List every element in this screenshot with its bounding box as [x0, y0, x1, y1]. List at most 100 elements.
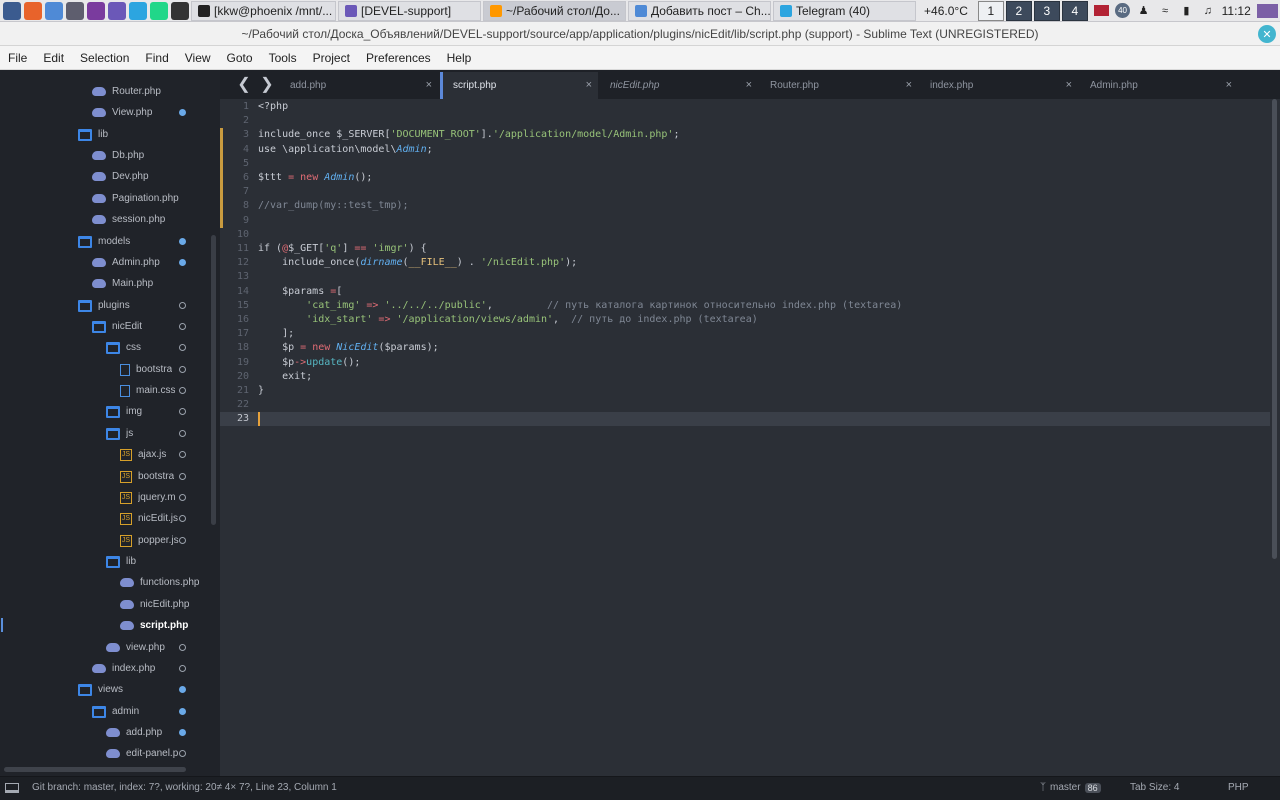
code-editor[interactable]: 1 <?php 2 3 include_once $_SERVER['DOCUMENT_…	[220, 99, 1270, 776]
sidebar-item-lib[interactable]: lib	[0, 551, 200, 572]
tab-add-php[interactable]: add.php ×	[280, 72, 438, 99]
editor-vertical-scrollbar[interactable]	[1272, 99, 1277, 559]
close-icon[interactable]: ×	[906, 79, 912, 91]
sidebar-item-script-php[interactable]: script.php	[0, 615, 200, 636]
file-manager-icon[interactable]	[45, 1, 63, 20]
code-line[interactable]: 5	[220, 157, 1270, 171]
code-line[interactable]: 22	[220, 398, 1270, 412]
user-icon[interactable]: ♟	[1136, 4, 1151, 18]
workspace-2[interactable]: 2	[1005, 0, 1032, 21]
code-line[interactable]: 12 include_once(dirname(__FILE__) . '/ni…	[220, 256, 1270, 270]
code-line[interactable]: 9	[220, 214, 1270, 228]
taskbar-task[interactable]: [kkw@phoenix /mnt/...	[191, 0, 336, 21]
pycharm-icon[interactable]	[150, 1, 168, 20]
code-line[interactable]: 4 use \application\model\Admin;	[220, 143, 1270, 157]
sidebar-item-img[interactable]: img	[0, 401, 200, 422]
sidebar-item-nicedit-php[interactable]: nicEdit.php	[0, 594, 200, 615]
desktop-icon[interactable]	[1256, 3, 1278, 18]
close-icon[interactable]: ×	[586, 79, 592, 91]
code-line[interactable]: 7	[220, 185, 1270, 199]
workspace-3[interactable]: 3	[1033, 0, 1060, 21]
sidebar-item-css[interactable]: css	[0, 337, 200, 358]
code-line[interactable]: 17 ];	[220, 327, 1270, 341]
workspace-4[interactable]: 4	[1061, 0, 1088, 21]
telegram-icon[interactable]	[129, 1, 147, 20]
app-menu-icon[interactable]	[3, 1, 21, 20]
sidebar-item-popper-js[interactable]: JS popper.js	[0, 530, 200, 551]
menu-project[interactable]: Project	[305, 51, 358, 65]
tab-admin-php[interactable]: Admin.php ×	[1080, 72, 1238, 99]
menu-help[interactable]: Help	[439, 51, 480, 65]
sidebar-item-nicedit-js[interactable]: JS nicEdit.js	[0, 508, 200, 529]
tab-forward-button[interactable]: ❯	[260, 74, 274, 94]
code-line[interactable]: 1 <?php	[220, 100, 1270, 114]
sidebar-item-main-css[interactable]: main.css	[0, 380, 200, 401]
menu-preferences[interactable]: Preferences	[358, 51, 439, 65]
vpn-icon[interactable]	[66, 1, 84, 20]
panel-toggle-icon[interactable]	[5, 783, 19, 793]
window-titlebar[interactable]: ~/Рабочий стол/Доска_Объявлений/DEVEL-su…	[0, 22, 1280, 46]
code-line[interactable]: 18 $p = new NicEdit($params);	[220, 341, 1270, 355]
workspace-1[interactable]: 1	[977, 0, 1004, 21]
sidebar-item-add-php[interactable]: add.php	[0, 722, 200, 743]
git-branch-indicator[interactable]: ᛉ master 86	[1040, 782, 1101, 793]
tab-router-php[interactable]: Router.php ×	[760, 72, 918, 99]
code-line[interactable]: 14 $params =[	[220, 285, 1270, 299]
window-close-button[interactable]: ✕	[1258, 25, 1276, 43]
sidebar-item-bootstra[interactable]: bootstra	[0, 359, 200, 380]
menu-selection[interactable]: Selection	[72, 51, 137, 65]
tab-size-selector[interactable]: Tab Size: 4	[1130, 782, 1179, 793]
sidebar-item-models[interactable]: models	[0, 231, 200, 252]
terminal-icon[interactable]	[171, 1, 189, 20]
sidebar-item-plugins[interactable]: plugins	[0, 295, 200, 316]
sidebar-horizontal-scrollbar[interactable]	[4, 767, 186, 772]
code-line[interactable]: 6 $ttt = new Admin();	[220, 171, 1270, 185]
menu-find[interactable]: Find	[137, 51, 176, 65]
code-line[interactable]: 21}	[220, 384, 1270, 398]
code-line[interactable]: 11 if (@$_GET['q'] == 'imgr') {	[220, 242, 1270, 256]
sidebar-item-admin[interactable]: admin	[0, 701, 200, 722]
sidebar-item-js[interactable]: js	[0, 423, 200, 444]
code-line[interactable]: 2	[220, 114, 1270, 128]
code-line[interactable]: 8 //var_dump(my::test_tmp);	[220, 199, 1270, 213]
close-icon[interactable]: ×	[426, 79, 432, 91]
taskbar-task[interactable]: Добавить пост – Ch...	[628, 0, 771, 21]
battery-icon[interactable]: ▮	[1179, 4, 1194, 18]
sidebar-item-view-php[interactable]: view.php	[0, 637, 200, 658]
sidebar-item-lib[interactable]: lib	[0, 124, 200, 145]
notification-badge[interactable]: 40	[1115, 3, 1130, 18]
code-line[interactable]: 13	[220, 270, 1270, 284]
syntax-selector[interactable]: PHP	[1228, 782, 1249, 793]
tor-icon[interactable]	[87, 1, 105, 20]
sidebar-item-view-php[interactable]: View.php	[0, 102, 200, 123]
code-line[interactable]: 23	[220, 412, 1270, 427]
taskbar-task[interactable]: [DEVEL-support]	[338, 0, 481, 21]
menu-goto[interactable]: Goto	[219, 51, 261, 65]
code-line[interactable]: 16 'idx_start' => '/application/views/ad…	[220, 313, 1270, 327]
menu-edit[interactable]: Edit	[35, 51, 72, 65]
menu-file[interactable]: File	[0, 51, 35, 65]
tab-nicedit-php[interactable]: nicEdit.php ×	[600, 72, 758, 99]
sidebar-item-functions-php[interactable]: functions.php	[0, 572, 200, 593]
code-line[interactable]: 3 include_once $_SERVER['DOCUMENT_ROOT'].…	[220, 128, 1270, 142]
sidebar-item-ajax-js[interactable]: JS ajax.js	[0, 444, 200, 465]
close-icon[interactable]: ×	[1226, 79, 1232, 91]
code-line[interactable]: 10	[220, 228, 1270, 242]
code-line[interactable]: 15 'cat_img' => '../../../public', // пу…	[220, 299, 1270, 313]
sidebar-item-edit-panel-p[interactable]: edit-panel.p	[0, 743, 200, 764]
sidebar-item-nicedit[interactable]: nicEdit	[0, 316, 200, 337]
code-line[interactable]: 19 $p->update();	[220, 356, 1270, 370]
sidebar-item-dev-php[interactable]: Dev.php	[0, 166, 200, 187]
volume-icon[interactable]: ♫	[1200, 4, 1215, 18]
clock[interactable]: 11:12	[1222, 4, 1251, 18]
sidebar-item-views[interactable]: views	[0, 679, 200, 700]
menu-view[interactable]: View	[177, 51, 219, 65]
sidebar-item-bootstra[interactable]: JS bootstra	[0, 466, 200, 487]
taskbar-task[interactable]: Telegram (40)	[773, 0, 916, 21]
tab-index-php[interactable]: index.php ×	[920, 72, 1078, 99]
tab-script-php[interactable]: script.php ×	[440, 72, 598, 99]
close-icon[interactable]: ×	[1066, 79, 1072, 91]
sidebar-item-router-php[interactable]: Router.php	[0, 81, 200, 102]
menu-tools[interactable]: Tools	[261, 51, 305, 65]
sidebar-vertical-scrollbar[interactable]	[211, 235, 216, 525]
